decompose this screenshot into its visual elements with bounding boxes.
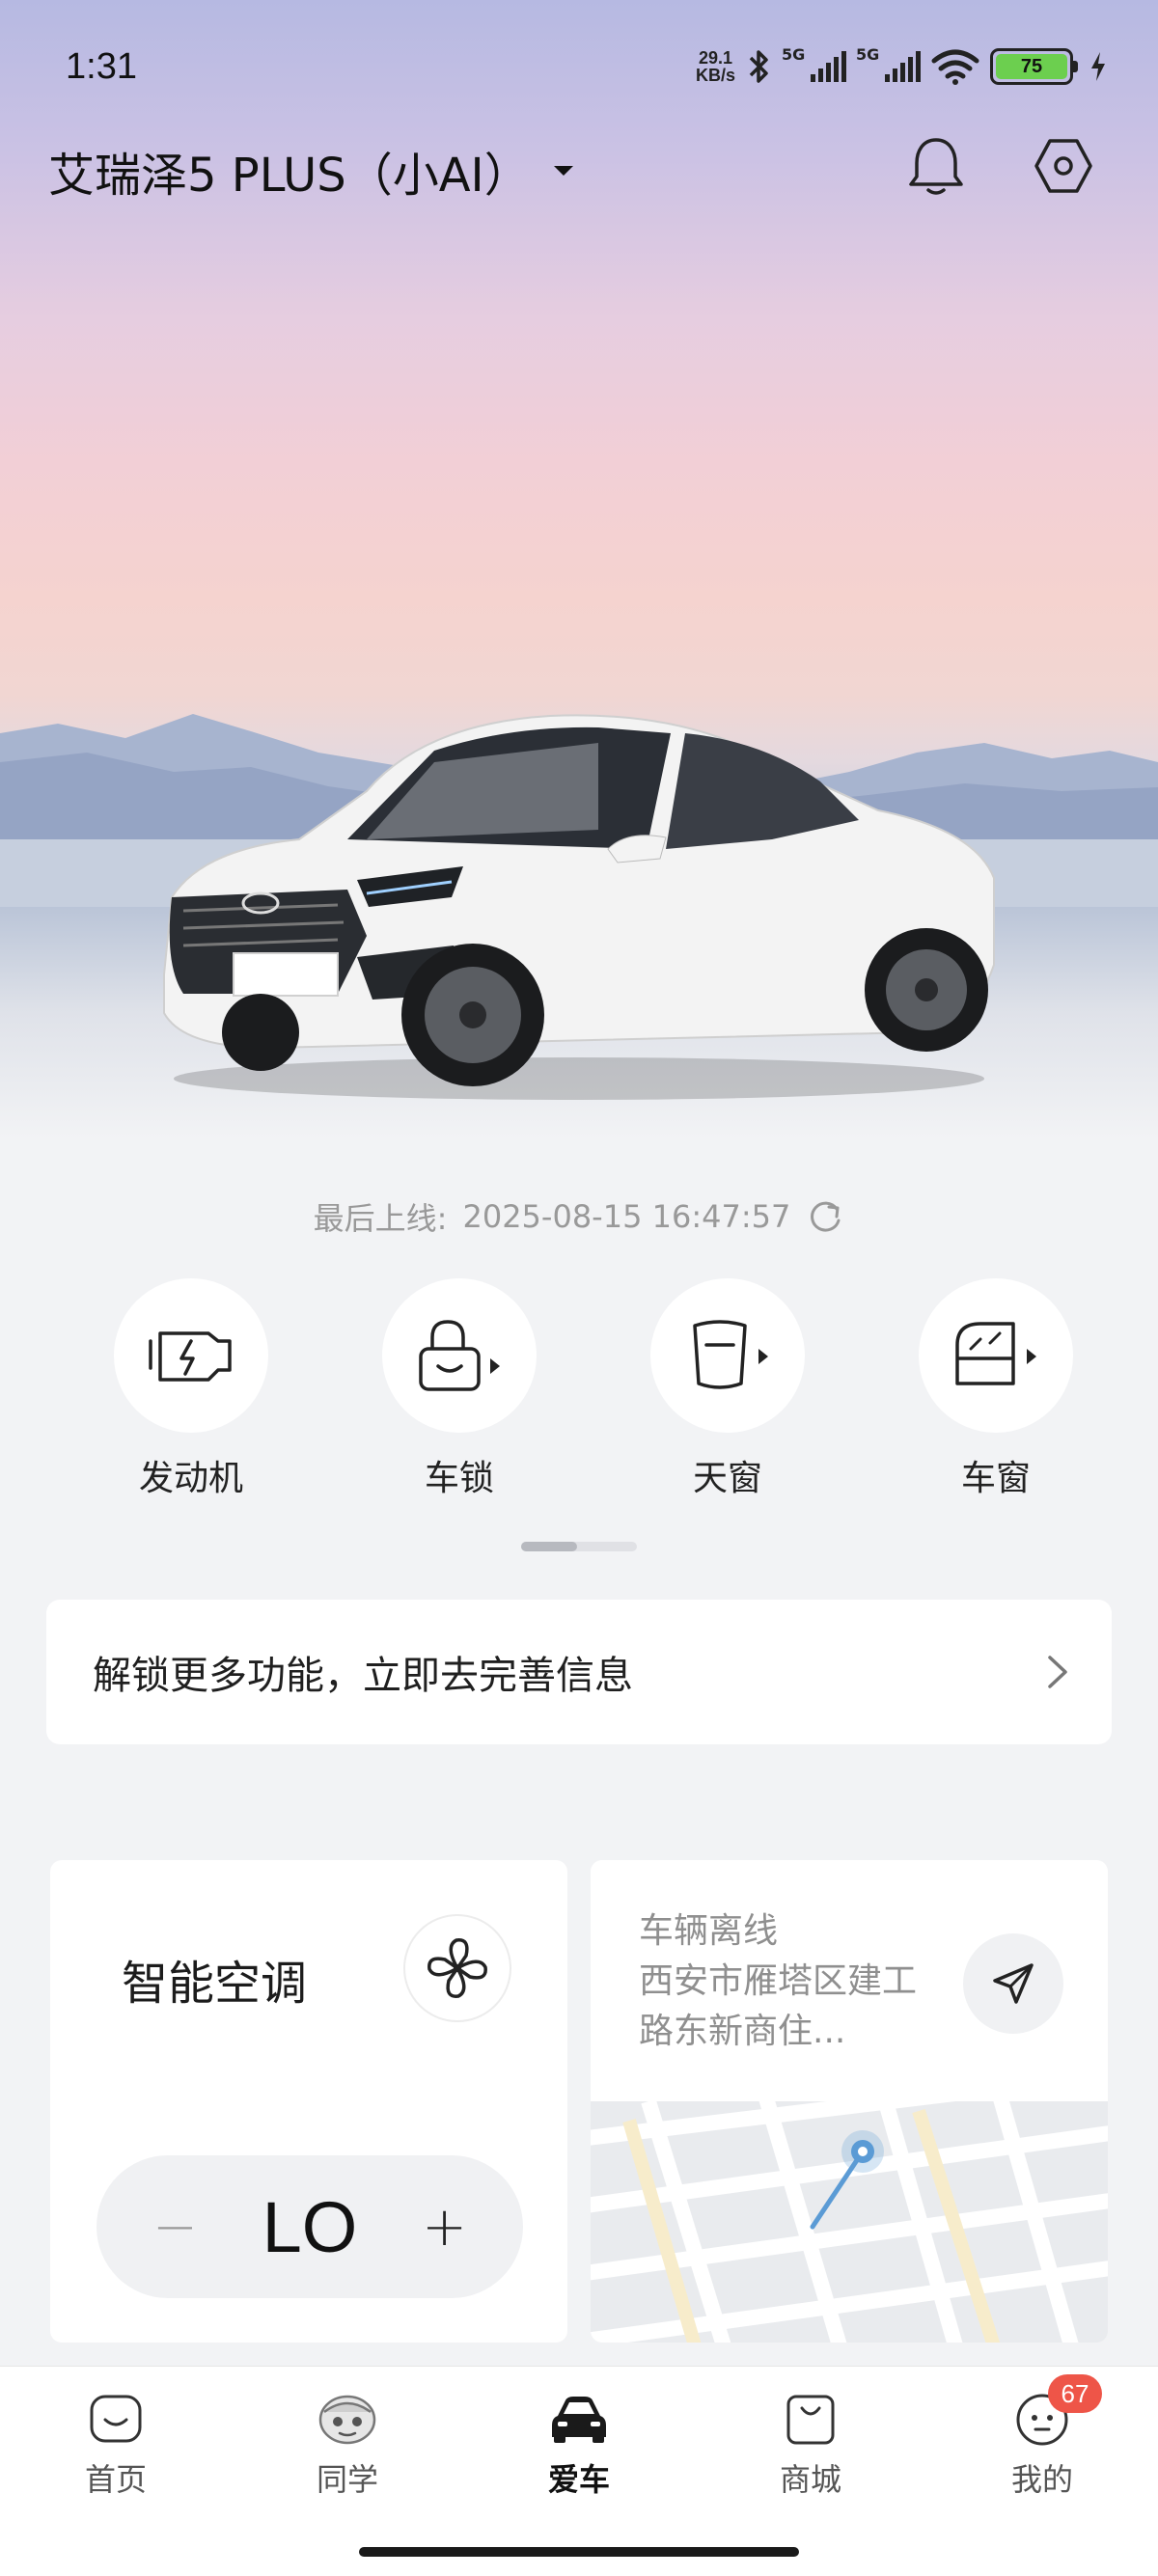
shop-icon — [780, 2388, 841, 2450]
nav-shop-label: 商城 — [779, 2461, 841, 2498]
dropdown-icon — [553, 166, 573, 176]
last-online-time: 2025-08-15 16:47:57 — [462, 1198, 791, 1235]
control-sunroof-circle[interactable] — [650, 1278, 805, 1433]
banner-text: 解锁更多功能，立即去完善信息 — [93, 1654, 633, 1698]
vehicle-status: 车辆离线 — [639, 1911, 779, 1951]
network-speed: 29.1 KB/s — [695, 48, 735, 85]
notification-button[interactable] — [901, 131, 971, 201]
nav-home-label: 首页 — [84, 2461, 147, 2498]
nav-shop[interactable]: 商城 — [743, 2388, 878, 2500]
status-time: 1:31 — [66, 46, 137, 87]
home-indicator[interactable] — [0, 2528, 1158, 2576]
status-icons: 29.1 KB/s 5G 5G 75 — [696, 44, 1108, 89]
ac-title: 智能空调 — [122, 1957, 308, 2011]
bluetooth-icon — [749, 50, 768, 83]
wifi-icon — [931, 49, 979, 85]
control-window-label: 车窗 — [960, 1459, 1031, 1498]
sunroof-icon — [693, 1320, 768, 1389]
settings-button[interactable] — [1029, 131, 1098, 201]
bell-icon — [909, 138, 963, 195]
bottom-navigation: 首页 同学 爱车 商城 67 我的 — [0, 2366, 1158, 2528]
location-text: 车辆离线 西安市雁塔区建工路东新商住... — [639, 1906, 948, 2057]
profile-icon: 67 — [1011, 2374, 1102, 2450]
control-window-circle[interactable] — [919, 1278, 1073, 1433]
complete-info-banner[interactable]: 解锁更多功能，立即去完善信息 — [46, 1600, 1112, 1744]
car-name: 艾瑞泽5 PLUS（小AI） — [48, 149, 531, 203]
nav-profile[interactable]: 67 我的 — [975, 2374, 1110, 2500]
chevron-right-icon — [1048, 1656, 1067, 1688]
cellular-signal-2-icon: 5G — [856, 45, 921, 82]
quick-controls: 发动机 车锁 天窗 车窗 — [0, 1278, 1158, 1510]
control-sunroof[interactable]: 天窗 — [641, 1278, 814, 1500]
home-icon — [85, 2388, 147, 2450]
location-header: 车辆离线 西安市雁塔区建工路东新商住... — [591, 1860, 1108, 2101]
smart-ac-card[interactable]: 智能空调 − LO + — [50, 1860, 567, 2343]
control-engine[interactable]: 发动机 — [104, 1278, 278, 1500]
control-lock-label: 车锁 — [424, 1459, 494, 1498]
temperature-value: LO — [262, 2186, 358, 2267]
fan-button[interactable] — [403, 1914, 511, 2022]
window-icon — [955, 1322, 1036, 1385]
nav-home[interactable]: 首页 — [48, 2388, 183, 2500]
map-streets — [591, 2067, 1108, 2343]
battery-icon: 75 — [990, 48, 1078, 85]
engine-icon — [149, 1331, 232, 1382]
control-window[interactable]: 车窗 — [909, 1278, 1083, 1500]
navigation-arrow-icon — [993, 1963, 1034, 2004]
control-engine-circle[interactable] — [114, 1278, 268, 1433]
settings-hexagon-icon — [1034, 139, 1092, 193]
nav-classmate-label: 同学 — [316, 2461, 378, 2498]
car-icon — [548, 2388, 610, 2450]
vehicle-location-card[interactable]: 车辆离线 西安市雁塔区建工路东新商住... — [591, 1860, 1108, 2343]
temperature-increase-button[interactable]: + — [422, 2196, 467, 2259]
last-online-row: 最后上线: 2025-08-15 16:47:57 — [0, 1194, 1158, 1239]
control-sunroof-label: 天窗 — [692, 1459, 762, 1498]
nav-car-label: 爱车 — [547, 2461, 610, 2498]
classmate-icon — [317, 2388, 378, 2450]
control-lock[interactable]: 车锁 — [372, 1278, 546, 1500]
last-online-label: 最后上线: — [313, 1200, 448, 1237]
nav-car[interactable]: 爱车 — [511, 2388, 647, 2500]
notification-count-badge: 67 — [1048, 2374, 1102, 2413]
control-lock-circle[interactable] — [382, 1278, 537, 1433]
vehicle-address: 西安市雁塔区建工路东新商住... — [639, 1961, 918, 2051]
nav-profile-label: 我的 — [1010, 2461, 1073, 2498]
car-image — [163, 714, 995, 1100]
fan-icon — [427, 1938, 487, 1998]
navigate-button[interactable] — [963, 1933, 1063, 2034]
controls-page-indicator — [521, 1542, 637, 1551]
status-bar: 1:31 29.1 KB/s 5G 5G 75 — [0, 0, 1158, 135]
temperature-decrease-button[interactable]: − — [152, 2196, 198, 2259]
nav-classmate[interactable]: 同学 — [280, 2388, 415, 2500]
map-view[interactable] — [591, 2067, 1108, 2343]
charging-icon — [1091, 52, 1105, 81]
refresh-icon[interactable] — [806, 1197, 844, 1236]
car-selector[interactable]: 艾瑞泽5 PLUS（小AI） — [48, 137, 575, 205]
temperature-control: − LO + — [96, 2155, 523, 2298]
lock-icon — [419, 1320, 500, 1391]
control-engine-label: 发动机 — [138, 1459, 243, 1498]
cellular-signal-1-icon: 5G — [782, 45, 846, 82]
